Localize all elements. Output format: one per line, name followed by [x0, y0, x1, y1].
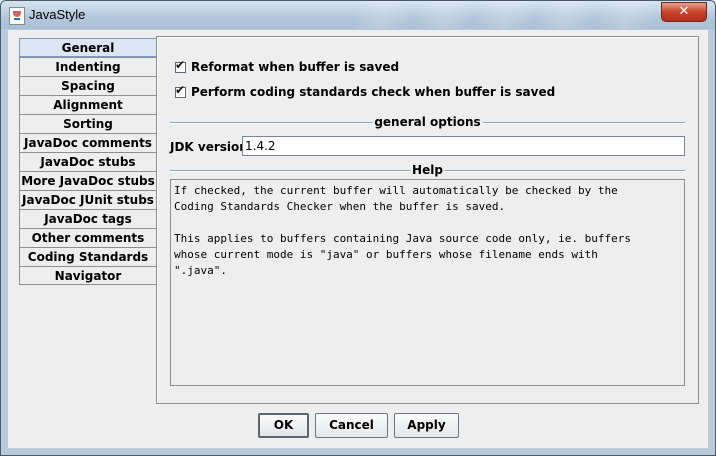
- coding-check-label: Perform coding standards check when buff…: [191, 85, 556, 99]
- javastyle-window: JavaStyle ✕ General Indenting Spacing Al…: [0, 0, 716, 456]
- java-app-icon: [9, 7, 25, 25]
- cancel-button[interactable]: Cancel: [315, 413, 388, 438]
- general-options-separator: general options: [170, 115, 685, 130]
- tab-more-javadoc-stubs[interactable]: More JavaDoc stubs: [19, 171, 156, 190]
- close-icon: ✕: [678, 4, 690, 19]
- apply-button[interactable]: Apply: [394, 413, 459, 438]
- help-text-area[interactable]: If checked, the current buffer will auto…: [170, 179, 685, 386]
- reformat-option[interactable]: ✔ Reformat when buffer is saved: [175, 57, 400, 74]
- reformat-checkbox[interactable]: ✔: [175, 57, 186, 73]
- dialog-client-area: General Indenting Spacing Alignment Sort…: [8, 30, 708, 448]
- help-title: Help: [410, 163, 445, 177]
- tab-navigator[interactable]: Navigator: [19, 266, 156, 285]
- general-options-title: general options: [372, 115, 483, 129]
- tab-indenting[interactable]: Indenting: [19, 57, 156, 76]
- checkmark-icon: ✔: [175, 57, 186, 72]
- dialog-buttons: OK Cancel Apply: [8, 413, 708, 439]
- jdk-version-input[interactable]: [242, 136, 685, 156]
- checkmark-icon: ✔: [175, 82, 186, 97]
- general-panel: ✔ Reformat when buffer is saved ✔ Perfor…: [156, 36, 699, 404]
- tab-javadoc-comments[interactable]: JavaDoc comments: [19, 133, 156, 152]
- tab-coding-standards[interactable]: Coding Standards: [19, 247, 156, 266]
- reformat-label: Reformat when buffer is saved: [191, 60, 400, 74]
- tab-javadoc-stubs[interactable]: JavaDoc stubs: [19, 152, 156, 171]
- help-separator: Help: [170, 163, 685, 178]
- tab-other-comments[interactable]: Other comments: [19, 228, 156, 247]
- tab-javadoc-tags[interactable]: JavaDoc tags: [19, 209, 156, 228]
- window-title: JavaStyle: [29, 7, 86, 22]
- title-bar-glass: [355, 1, 655, 29]
- tab-spacing[interactable]: Spacing: [19, 76, 156, 95]
- close-window-button[interactable]: ✕: [661, 2, 707, 22]
- tab-javadoc-junit-stubs[interactable]: JavaDoc JUnit stubs: [19, 190, 156, 209]
- tab-general[interactable]: General: [19, 38, 157, 57]
- tab-sorting[interactable]: Sorting: [19, 114, 156, 133]
- category-tabs: General Indenting Spacing Alignment Sort…: [19, 38, 157, 285]
- coding-check-checkbox[interactable]: ✔: [175, 82, 186, 98]
- jdk-version-label: JDK version:: [170, 140, 253, 154]
- ok-button[interactable]: OK: [258, 413, 309, 438]
- tab-alignment[interactable]: Alignment: [19, 95, 156, 114]
- title-bar[interactable]: JavaStyle ✕: [1, 1, 715, 29]
- coding-check-option[interactable]: ✔ Perform coding standards check when bu…: [175, 82, 556, 99]
